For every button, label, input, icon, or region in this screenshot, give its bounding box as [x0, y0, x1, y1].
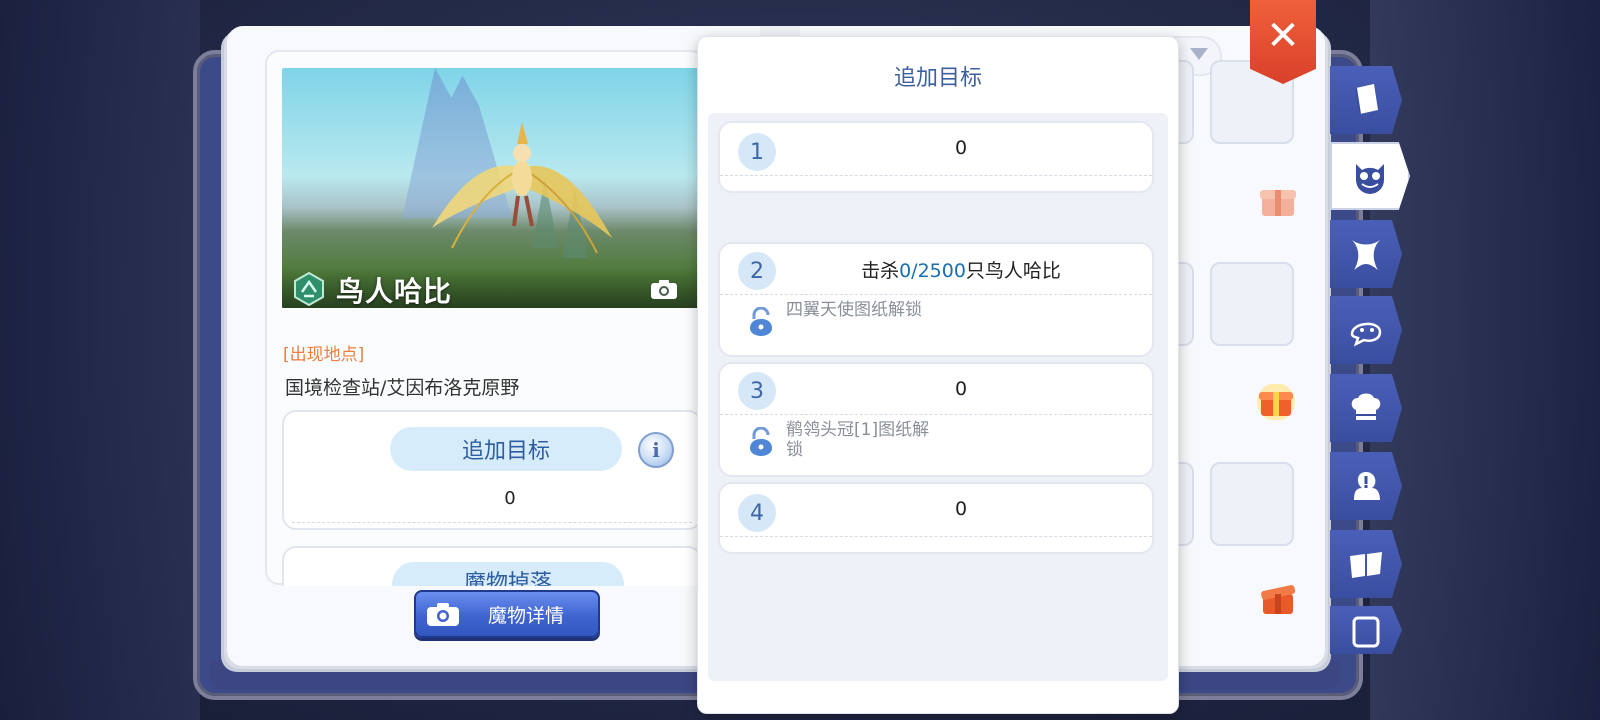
open-book-icon	[1350, 552, 1382, 578]
tab-more[interactable]	[1330, 606, 1402, 654]
unlock-icon	[750, 427, 772, 456]
collection-slot[interactable]	[1210, 462, 1294, 546]
pet-icon	[1350, 322, 1382, 347]
add-target-button[interactable]: 追加目标	[390, 427, 622, 471]
horns-icon	[1352, 240, 1380, 270]
kill-progress: 0/2500	[899, 260, 966, 282]
tab-pets[interactable]	[1330, 296, 1402, 364]
gift-box-icon[interactable]	[1256, 384, 1296, 420]
chevron-down-icon[interactable]	[1190, 48, 1208, 60]
monster-detail-label: 魔物详情	[488, 604, 565, 627]
tab-cooking[interactable]	[1330, 374, 1402, 442]
scroll-icon	[1352, 616, 1380, 648]
reward-text: 四翼天使图纸解锁	[786, 300, 922, 320]
popup-title: 追加目标	[893, 66, 982, 91]
target-card-4: 4 0	[718, 482, 1154, 554]
monster-name: 鸟人哈比	[336, 275, 453, 308]
drop-section: 魔物掉落	[282, 546, 702, 586]
gift-box-icon[interactable]	[1258, 184, 1298, 220]
close-icon: ✕	[1266, 13, 1300, 59]
background-left	[0, 0, 200, 720]
target-card-1: 1 0	[718, 121, 1154, 193]
tab-handbook[interactable]	[1330, 66, 1402, 134]
target-number: 1	[738, 133, 776, 171]
target-number: 4	[738, 494, 776, 532]
gift-box-icon[interactable]	[1258, 582, 1298, 618]
location-label: [出现地点]	[283, 345, 365, 365]
monster-face-icon	[1356, 164, 1384, 194]
target-value: 0	[954, 498, 968, 520]
target-value: 0	[954, 378, 968, 400]
tab-monsters[interactable]	[1330, 142, 1410, 210]
target-value: 0	[954, 137, 968, 159]
camera-icon	[427, 603, 459, 626]
tab-cards[interactable]	[1330, 220, 1402, 288]
drop-section-button[interactable]: 魔物掉落	[392, 562, 624, 586]
info-icon[interactable]: i	[638, 432, 674, 468]
wind-element-icon	[294, 272, 324, 306]
chef-hat-icon	[1351, 393, 1381, 420]
target-number: 2	[738, 252, 776, 290]
monster-detail-button[interactable]: 魔物详情	[414, 590, 600, 638]
close-button[interactable]: ✕	[1250, 0, 1316, 84]
location-value: 国境检查站/艾因布洛克原野	[285, 377, 520, 399]
target-count: 0	[504, 488, 516, 509]
target-card-3: 3 0 鹡鸰头冠[1]图纸解锁	[718, 362, 1154, 477]
book-icon	[1355, 84, 1378, 115]
tab-npc[interactable]	[1330, 452, 1402, 520]
target-card-2: 2 击杀0/2500只鸟人哈比 四翼天使图纸解锁	[718, 242, 1154, 357]
camera-icon[interactable]	[650, 278, 678, 300]
reward-text: 鹡鸰头冠[1]图纸解锁	[786, 420, 930, 460]
head-exclaim-icon	[1354, 472, 1380, 500]
target-number: 3	[738, 372, 776, 410]
harpy-monster-image	[432, 122, 612, 254]
target-kill-text: 击杀0/2500只鸟人哈比	[861, 260, 1061, 282]
tab-codex[interactable]	[1330, 530, 1402, 598]
unlock-icon	[750, 307, 772, 336]
background-right	[1370, 0, 1600, 720]
collection-slot[interactable]	[1210, 262, 1294, 346]
